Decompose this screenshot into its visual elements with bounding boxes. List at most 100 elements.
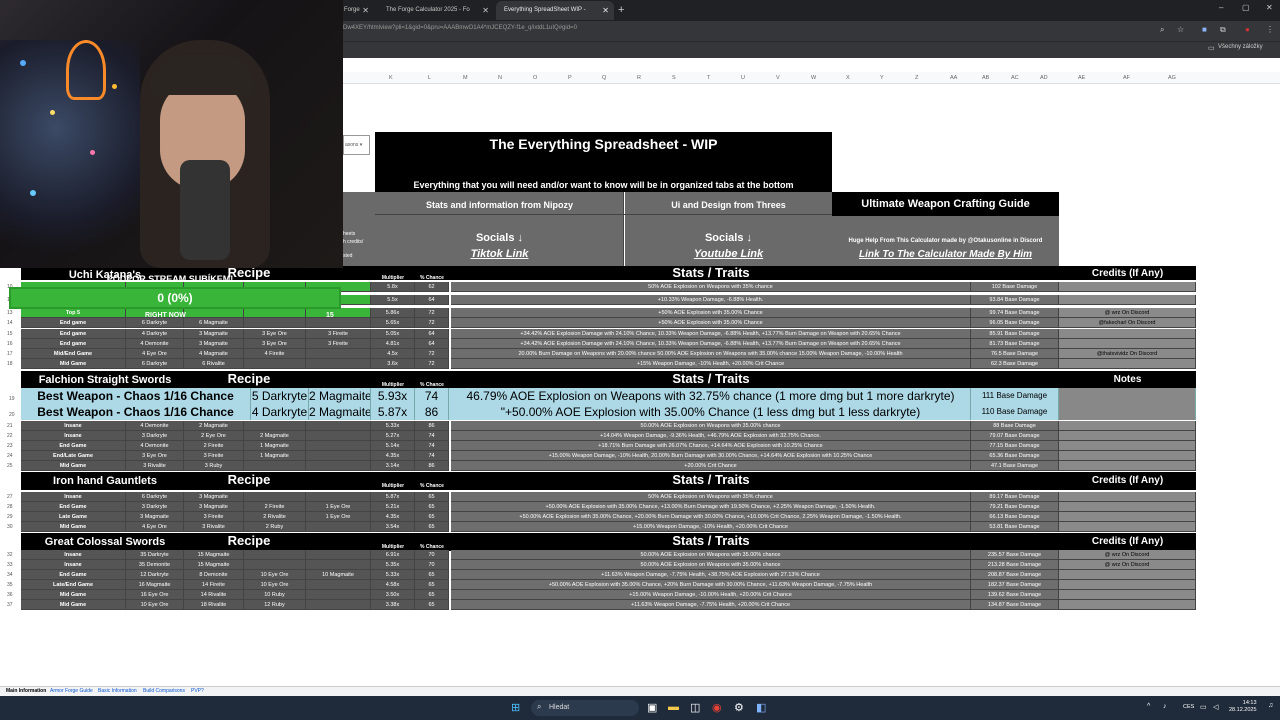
chance-cell[interactable]: 65 — [415, 522, 449, 532]
column-letter[interactable]: W — [811, 75, 816, 81]
recipe-cell[interactable]: 3 Fireite — [184, 512, 244, 522]
chance-cell[interactable]: 62 — [415, 282, 449, 292]
recipe-cell[interactable]: 2 Magmaite — [309, 388, 371, 404]
recipe-cell[interactable]: 4 Fireite — [244, 349, 306, 359]
traits-cell[interactable]: +34.42% AOE Explosion Damage with 24.10%… — [451, 329, 971, 339]
chance-cell[interactable]: 65 — [415, 512, 449, 522]
damage-cell[interactable]: 85.91 Base Damage — [971, 329, 1059, 339]
multiplier-cell[interactable]: 3.14x — [371, 461, 415, 471]
traits-cell[interactable]: +50.00% AOE Explosion with 35.00% Chance… — [451, 580, 971, 590]
chance-cell[interactable]: 74 — [415, 388, 449, 404]
recipe-cell[interactable]: 4 Darkryte — [126, 329, 184, 339]
recipe-cell[interactable] — [306, 550, 371, 560]
recipe-cell[interactable]: 2 Fireite — [184, 441, 244, 451]
calculator-link[interactable]: Link To The Calculator Made By Him — [832, 249, 1059, 260]
chance-cell[interactable]: 70 — [415, 560, 449, 570]
recipe-cell[interactable]: 14 Fireite — [184, 580, 244, 590]
recipe-cell[interactable] — [244, 550, 306, 560]
recipe-cell[interactable] — [306, 431, 371, 441]
recipe-cell[interactable] — [306, 600, 371, 610]
chance-cell[interactable]: 74 — [415, 451, 449, 461]
tier-cell[interactable]: Late Game — [21, 512, 126, 522]
tier-cell[interactable]: Top 5 — [21, 308, 126, 318]
tier-cell[interactable]: End game — [21, 318, 126, 328]
multiplier-cell[interactable]: 5.86x — [371, 308, 415, 318]
column-letter[interactable]: AE — [1078, 75, 1085, 81]
recipe-cell[interactable]: 16 Magmaite — [126, 580, 184, 590]
close-tab-icon[interactable]: ✕ — [482, 1, 489, 20]
table-row[interactable]: End game 4 Darkryte 3 Magmaite 3 Eye Ore 3 F… — [7, 329, 1196, 339]
sheet-tab-basic[interactable]: Basic Information — [98, 688, 137, 694]
multiplier-cell[interactable]: 4.35x — [371, 512, 415, 522]
traits-cell[interactable]: 20.00% Burn Damage on Weapons with 20.00… — [451, 349, 971, 359]
multiplier-cell[interactable]: 3.50x — [371, 590, 415, 600]
credit-cell[interactable] — [1059, 339, 1196, 349]
traits-cell[interactable]: 50% AOE Explosion on Weapons with 35% ch… — [451, 282, 971, 292]
damage-cell[interactable]: 235.57 Base Damage — [971, 550, 1059, 560]
multiplier-cell[interactable]: 5.87x — [371, 492, 415, 502]
notes-cell[interactable] — [1059, 388, 1196, 404]
recipe-cell[interactable]: 12 Darkryte — [126, 570, 184, 580]
sheet-tab-pvp[interactable]: PVP? — [191, 688, 204, 694]
chance-cell[interactable]: 64 — [415, 329, 449, 339]
maximize-button[interactable]: ▢ — [1242, 3, 1250, 12]
recipe-cell[interactable]: 4 Darkryte — [251, 404, 309, 420]
chance-cell[interactable]: 72 — [415, 318, 449, 328]
recipe-cell[interactable]: 2 Ruby — [244, 522, 306, 532]
sheet-tab-main[interactable]: Main Information — [6, 688, 46, 694]
damage-cell[interactable]: 139.62 Base Damage — [971, 590, 1059, 600]
traits-cell[interactable]: +50% AOE Explosion with 35.00% Chance — [451, 318, 971, 328]
credit-cell[interactable] — [1059, 522, 1196, 532]
recipe-cell[interactable] — [244, 560, 306, 570]
recipe-cell[interactable]: 3 Magmaite — [184, 329, 244, 339]
chance-cell[interactable]: 64 — [415, 295, 449, 305]
recipe-cell[interactable] — [244, 308, 306, 318]
column-letter[interactable]: O — [533, 75, 537, 81]
tier-cell[interactable]: End/Late Game — [21, 451, 126, 461]
recipe-cell[interactable] — [306, 349, 371, 359]
close-window-button[interactable]: ✕ — [1266, 3, 1273, 12]
recipe-cell[interactable]: 3 Rivalite — [184, 522, 244, 532]
sheet-tab-builds[interactable]: Build Comparisons — [143, 688, 185, 694]
damage-cell[interactable]: 96.05 Base Damage — [971, 318, 1059, 328]
file-explorer-icon[interactable]: ▬ — [668, 701, 679, 713]
recipe-cell[interactable]: 2 Fireite — [244, 502, 306, 512]
column-letter[interactable]: AF — [1123, 75, 1130, 81]
recipe-cell[interactable]: 15 Magmaite — [184, 560, 244, 570]
column-letter[interactable]: V — [776, 75, 780, 81]
chance-cell[interactable]: 86 — [415, 404, 449, 420]
traits-cell[interactable]: +50% AOE Explosion with 35.00% Chance — [451, 308, 971, 318]
recipe-cell[interactable]: 2 Eye Ore — [184, 431, 244, 441]
star-icon[interactable]: ☆ — [1177, 25, 1184, 34]
chance-cell[interactable]: 65 — [415, 502, 449, 512]
recipe-cell[interactable]: 4 Demonite — [126, 339, 184, 349]
chance-cell[interactable]: 72 — [415, 349, 449, 359]
credit-cell[interactable]: @ wrz On Discord — [1059, 308, 1196, 318]
recipe-cell[interactable]: 6 Rivalite — [184, 359, 244, 369]
extension-icon[interactable]: ■ — [1202, 25, 1207, 34]
recipe-cell[interactable]: 3 Darkryte — [126, 502, 184, 512]
multiplier-cell[interactable]: 5.5x — [371, 295, 415, 305]
browser-tab-spreadsheet[interactable]: Everything SpreadSheet WIP - ✕ — [496, 1, 614, 20]
traits-cell[interactable]: +15.00% Weapon Damage, -10.00% Health, +… — [451, 590, 971, 600]
recipe-cell[interactable]: 10 Ruby — [244, 590, 306, 600]
recipe-cell[interactable] — [244, 461, 306, 471]
recipe-cell[interactable] — [244, 359, 306, 369]
windows-start-icon[interactable]: ⊞ — [511, 701, 520, 714]
recipe-cell[interactable]: 3 Eye Ore — [244, 329, 306, 339]
multiplier-cell[interactable]: 5.14x — [371, 441, 415, 451]
table-row[interactable]: End Game 12 Darkryte 8 Demonite 10 Eye Ore 1… — [7, 570, 1196, 580]
table-row[interactable]: End game 4 Demonite 3 Magmaite 3 Eye Ore 3 F… — [7, 339, 1196, 349]
tier-cell[interactable]: Mid/End Game — [21, 349, 126, 359]
recipe-cell[interactable]: 3 Darkryte — [126, 431, 184, 441]
credit-cell[interactable] — [1059, 590, 1196, 600]
recipe-cell[interactable]: 14 Rivalite — [184, 590, 244, 600]
multiplier-cell[interactable]: 4.81x — [371, 339, 415, 349]
credit-cell[interactable] — [1059, 570, 1196, 580]
minimize-button[interactable]: – — [1219, 3, 1223, 12]
multiplier-cell[interactable]: 5.8x — [371, 282, 415, 292]
credit-cell[interactable] — [1059, 282, 1196, 292]
recipe-cell[interactable] — [306, 492, 371, 502]
profile-avatar-icon[interactable]: ● — [1245, 25, 1250, 34]
tiktok-link[interactable]: Tiktok Link — [375, 248, 624, 260]
